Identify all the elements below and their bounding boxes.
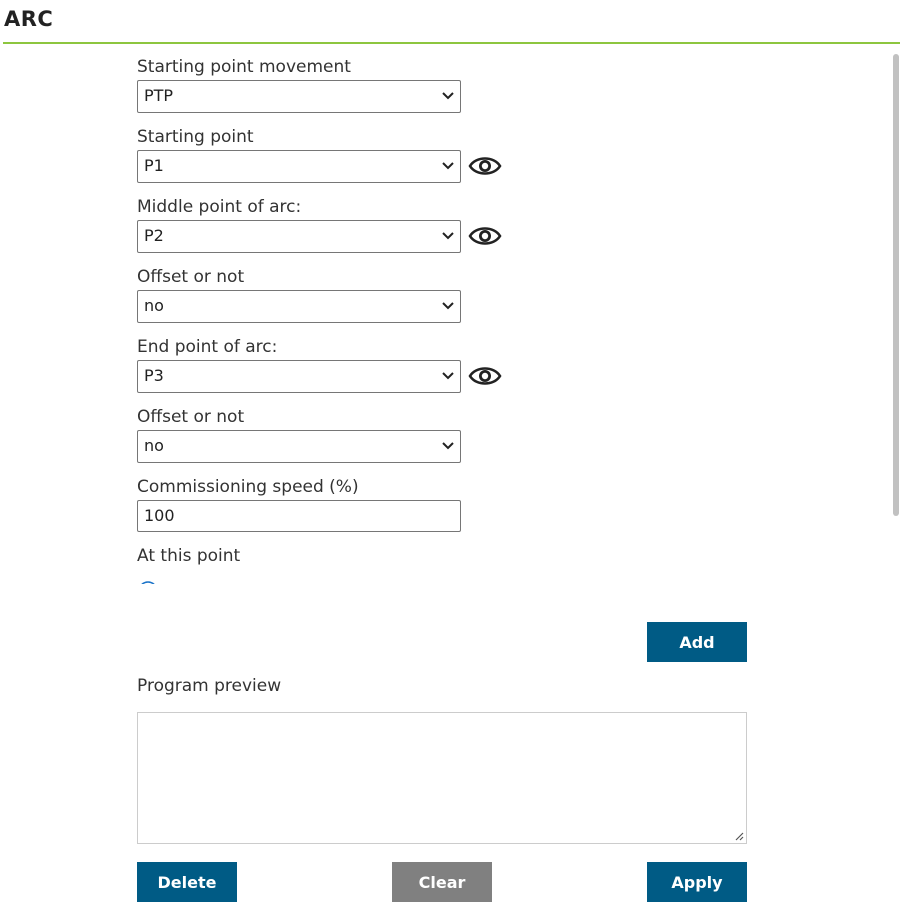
starting-point-movement-value: PTP: [144, 86, 174, 105]
end-offset-label: Offset or not: [137, 407, 245, 427]
end-point-label: End point of arc:: [137, 337, 278, 357]
program-preview-label: Program preview: [137, 676, 282, 696]
starting-point-select[interactable]: P1: [137, 150, 461, 183]
scrollbar-thumb[interactable]: [893, 54, 899, 516]
program-preview-textarea[interactable]: [137, 712, 747, 844]
chevron-down-icon: [442, 232, 454, 240]
middle-offset-select[interactable]: no: [137, 290, 461, 323]
end-offset-select[interactable]: no: [137, 430, 461, 463]
chevron-down-icon: [442, 162, 454, 170]
clear-button[interactable]: Clear: [392, 862, 492, 902]
chevron-down-icon: [442, 92, 454, 100]
middle-offset-label: Offset or not: [137, 267, 245, 287]
scrollbar[interactable]: [891, 52, 900, 584]
chevron-down-icon: [442, 442, 454, 450]
eye-icon[interactable]: [468, 223, 502, 249]
starting-point-movement-select[interactable]: PTP: [137, 80, 461, 113]
resize-grip-icon[interactable]: [734, 831, 744, 841]
middle-offset-value: no: [144, 296, 164, 315]
speed-label: Commissioning speed (%): [137, 477, 359, 497]
chevron-down-icon: [442, 372, 454, 380]
eye-icon[interactable]: [468, 363, 502, 389]
arc-panel: ARC Starting point movement PTP Starting…: [0, 0, 919, 917]
starting-point-label: Starting point: [137, 127, 254, 147]
middle-point-label: Middle point of arc:: [137, 197, 302, 217]
apply-button[interactable]: Apply: [647, 862, 747, 902]
speed-value: 100: [144, 506, 175, 525]
at-this-point-radio[interactable]: [137, 578, 159, 584]
eye-icon[interactable]: [468, 153, 502, 179]
end-point-value: P3: [144, 366, 164, 385]
delete-button[interactable]: Delete: [137, 862, 237, 902]
starting-point-movement-label: Starting point movement: [137, 57, 351, 77]
page-title: ARC: [4, 7, 54, 31]
end-offset-value: no: [144, 436, 164, 455]
add-button[interactable]: Add: [647, 622, 747, 662]
chevron-down-icon: [442, 302, 454, 310]
starting-point-value: P1: [144, 156, 164, 175]
form-scroll-area: Starting point movement PTP Starting poi…: [0, 44, 904, 584]
speed-input[interactable]: 100: [137, 500, 461, 532]
middle-point-select[interactable]: P2: [137, 220, 461, 253]
end-point-select[interactable]: P3: [137, 360, 461, 393]
radio-icon: [141, 581, 155, 584]
at-this-point-label: At this point: [137, 546, 241, 566]
middle-point-value: P2: [144, 226, 164, 245]
